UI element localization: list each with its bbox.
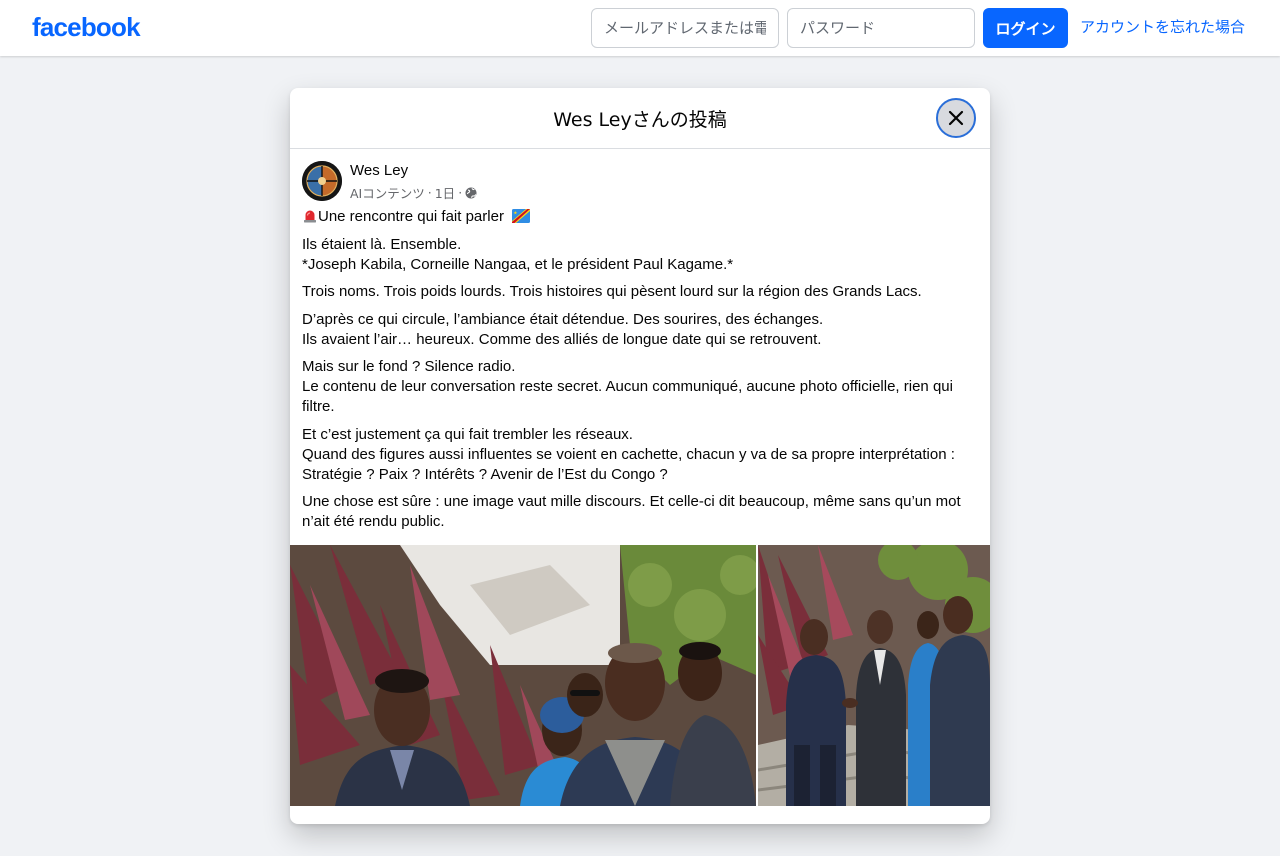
avatar[interactable]	[302, 161, 342, 201]
dialog-header: Wes Leyさんの投稿	[290, 88, 990, 149]
ai-content-label[interactable]: AIコンテンツ	[350, 183, 425, 202]
post-photo-1[interactable]	[290, 545, 756, 806]
post-paragraph: Ils étaient là. Ensemble. *Joseph Kabila…	[302, 235, 972, 275]
post-line: Ils étaient là. Ensemble.	[302, 235, 462, 253]
post-body: Une rencontre qui fait parler Ils étaien…	[302, 207, 972, 540]
post-dialog: Wes Leyさんの投稿 Wes Ley AIコンテンツ · 1日 · Une …	[290, 88, 990, 824]
dialog-title: Wes Leyさんの投稿	[553, 109, 727, 131]
post-paragraph: Et c’est justement ça qui fait trembler …	[302, 425, 972, 485]
post-paragraph: Une chose est sûre : une image vaut mill…	[302, 492, 972, 532]
post-line: Et c’est justement ça qui fait trembler …	[302, 425, 633, 443]
post-time[interactable]: 1日	[435, 183, 455, 202]
post-line: Quand des figures aussi influentes se vo…	[302, 445, 955, 463]
post-paragraph: Mais sur le fond ? Silence radio. Le con…	[302, 357, 972, 417]
post-photo-2[interactable]	[758, 545, 990, 806]
login-button[interactable]: ログイン	[983, 8, 1068, 48]
post-paragraph: Trois noms. Trois poids lourds. Trois hi…	[302, 282, 972, 302]
close-button[interactable]	[936, 98, 976, 138]
post-author-row: Wes Ley AIコンテンツ · 1日 ·	[302, 161, 962, 201]
post-paragraph: Une rencontre qui fait parler	[302, 207, 972, 227]
top-navigation-bar: facebook ログイン アカウントを忘れた場合	[0, 0, 1280, 56]
facebook-logo[interactable]: facebook	[32, 12, 141, 43]
meta-separator: ·	[458, 185, 463, 200]
post-line: Ils avaient l’air… heureux. Comme des al…	[302, 330, 822, 348]
post-line: Le contenu de leur conversation reste se…	[302, 378, 953, 415]
avatar-image	[302, 161, 342, 201]
post-line: D’après ce qui circule, l’ambiance était…	[302, 310, 824, 328]
post-line: Trois noms. Trois poids lourds. Trois hi…	[302, 283, 922, 300]
photo-image	[758, 545, 990, 806]
post-line: Une rencontre qui fait parler	[318, 208, 504, 225]
post-meta: AIコンテンツ · 1日 ·	[350, 183, 477, 202]
post-line: Une chose est sûre : une image vaut mill…	[302, 493, 961, 530]
post-paragraph: D’après ce qui circule, l’ambiance était…	[302, 310, 972, 350]
post-line: *Joseph Kabila, Corneille Nangaa, et le …	[302, 255, 734, 273]
forgot-account-link[interactable]: アカウントを忘れた場合	[1080, 16, 1245, 37]
author-name[interactable]: Wes Ley	[350, 162, 408, 179]
post-line: Mais sur le fond ? Silence radio.	[302, 358, 516, 375]
photo-image	[290, 545, 756, 806]
close-icon	[948, 110, 964, 126]
email-input[interactable]	[591, 8, 779, 48]
password-input[interactable]	[787, 8, 975, 48]
meta-separator: ·	[427, 185, 432, 200]
drc-flag-icon	[512, 209, 531, 223]
post-line: Stratégie ? Paix ? Intérêts ? Avenir de …	[302, 465, 668, 483]
siren-emoji-icon	[304, 210, 316, 223]
photo-grid	[290, 545, 990, 806]
globe-icon	[465, 187, 477, 198]
